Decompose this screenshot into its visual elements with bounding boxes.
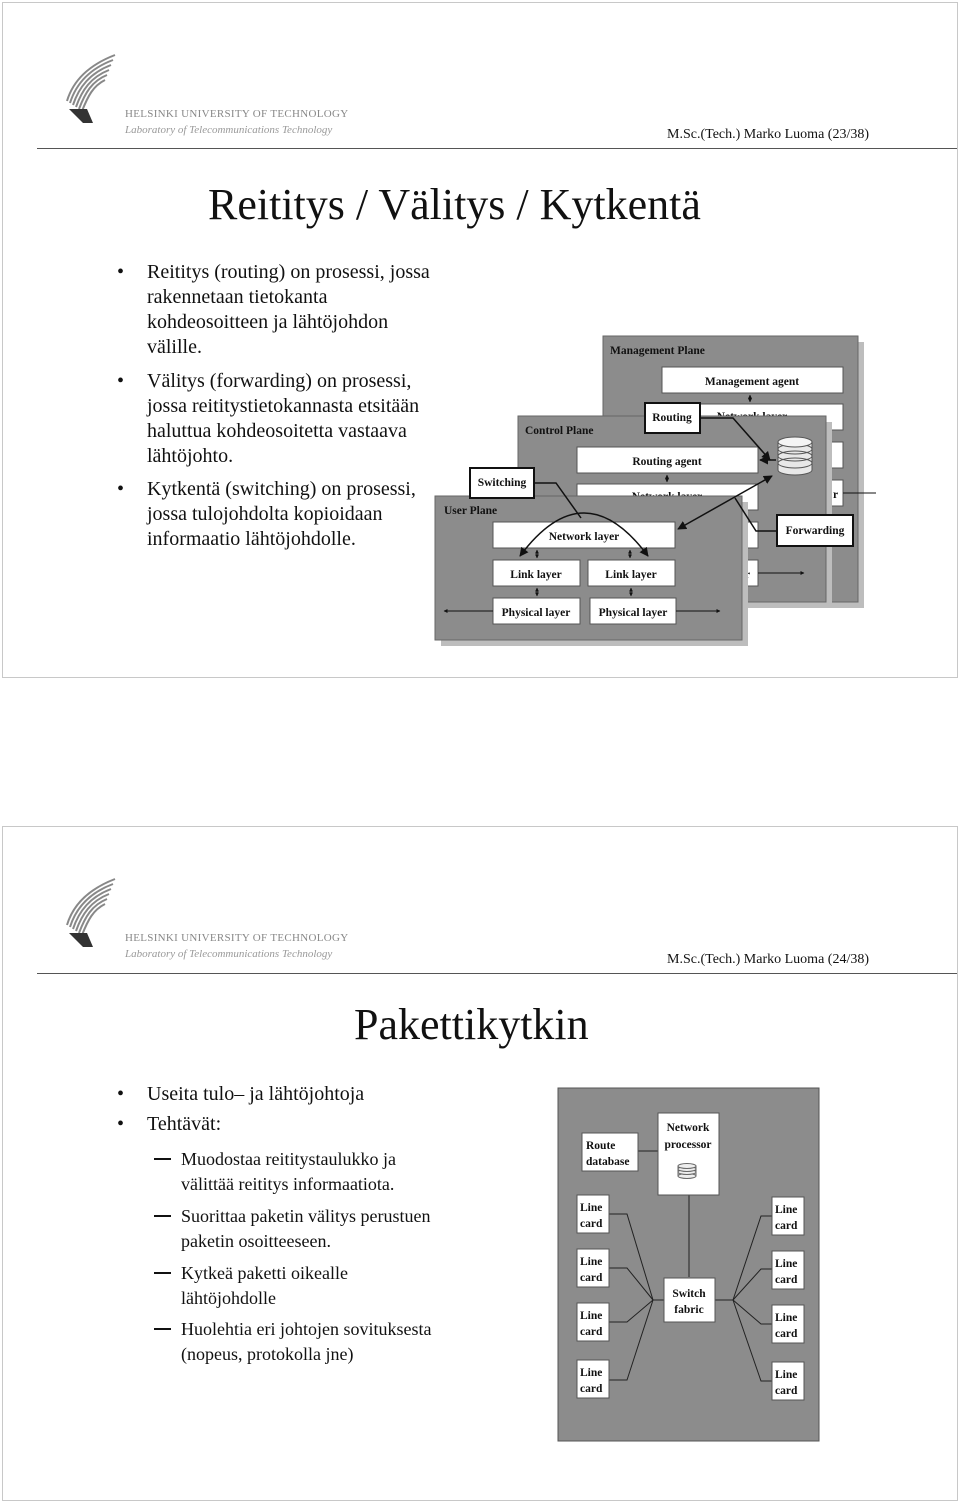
lab-name: Laboratory of Telecommunications Technol… [125, 948, 333, 960]
svg-text:processor: processor [664, 1139, 711, 1151]
bullet-line: Useita tulo– ja lähtöjohtoja [147, 1083, 365, 1105]
sub-line: Suorittaa paketin välitys perustuen [181, 1206, 431, 1226]
line-card-right: Line card [771, 1250, 805, 1290]
line-card-right: Line card [771, 1304, 805, 1344]
svg-text:Line: Line [775, 1369, 797, 1381]
line-card-right: Line card [771, 1196, 805, 1236]
slide-header: M.Sc.(Tech.) Marko Luoma (24/38) [667, 952, 869, 967]
svg-text:card: card [580, 1218, 603, 1230]
svg-text:Line: Line [775, 1312, 797, 1324]
router-diagram: Route database Network processor Switch … [557, 1087, 820, 1442]
university-name: HELSINKI UNIVERSITY OF TECHNOLOGY [125, 932, 349, 944]
university-logo-icon [66, 878, 116, 947]
user-plane: User Plane Network layer Link layer Link… [434, 495, 748, 646]
svg-text:Network: Network [667, 1122, 710, 1134]
svg-text:database: database [586, 1156, 629, 1168]
sub-line: (nopeus, protokolla jne) [181, 1343, 354, 1364]
line-card-left: Line card [576, 1302, 610, 1342]
svg-text:Line: Line [580, 1256, 602, 1268]
bullet-icon: • [117, 1083, 125, 1105]
svg-text:Line: Line [775, 1204, 797, 1216]
database-icon [677, 1163, 697, 1179]
database-icon [777, 436, 813, 476]
svg-text:card: card [775, 1274, 798, 1286]
svg-text:card: card [580, 1272, 603, 1284]
svg-text:Line: Line [580, 1367, 602, 1379]
line-card-left: Line card [576, 1359, 610, 1399]
svg-text:Line: Line [775, 1258, 797, 1270]
sub-line: Kytkeä paketti oikealle [181, 1263, 348, 1283]
forwarding-callout: Forwarding [776, 514, 854, 547]
line-card-left: Line card [576, 1248, 610, 1288]
link-layer-label: Link layer [605, 569, 656, 581]
svg-text:card: card [580, 1383, 603, 1395]
dash-icon [154, 1158, 171, 1160]
management-link-layer-fragment: r [833, 489, 838, 501]
sub-item: Huolehtia eri johtojen sovituksesta (nop… [154, 1317, 432, 1366]
switch-fabric-box: Switch fabric [663, 1277, 716, 1323]
slide-23: HELSINKI UNIVERSITY OF TECHNOLOGY Labora… [2, 2, 958, 678]
user-plane-label: User Plane [444, 505, 497, 517]
switching-callout: Switching [469, 467, 535, 499]
route-database-box: Route database [581, 1132, 639, 1172]
slide-title: Pakettikytkin [354, 1000, 589, 1049]
bullet-line: Tehtävät: [147, 1113, 222, 1135]
svg-text:card: card [775, 1385, 798, 1397]
physical-layer-label: Physical layer [599, 607, 668, 619]
header-rule [37, 973, 957, 974]
svg-text:Switching: Switching [478, 477, 527, 489]
sub-item: Muodostaa reititystaulukko ja välittää r… [154, 1147, 396, 1196]
routing-callout: Routing [644, 402, 701, 434]
sub-item: Kytkeä paketti oikealle lähtöjohdolle [154, 1261, 348, 1310]
bullet: • Useita tulo– ja lähtöjohtoja [117, 1082, 365, 1107]
slide-24: HELSINKI UNIVERSITY OF TECHNOLOGY Labora… [2, 826, 958, 1501]
planes-diagram: Management Plane Management agent Networ… [434, 335, 876, 646]
line-card-right: Line card [771, 1361, 805, 1401]
management-agent-label: Management agent [705, 376, 799, 388]
dash-icon [154, 1328, 171, 1330]
link-layer-label: Link layer [510, 569, 561, 581]
sub-line: välittää reititys informaatiota. [181, 1173, 395, 1194]
line-card-left: Line card [576, 1194, 610, 1234]
svg-text:Line: Line [580, 1310, 602, 1322]
svg-text:card: card [775, 1328, 798, 1340]
network-processor-box: Network processor [657, 1112, 720, 1196]
control-plane-label: Control Plane [525, 425, 593, 437]
svg-text:card: card [775, 1220, 798, 1232]
svg-text:Forwarding: Forwarding [786, 525, 845, 537]
svg-text:Switch: Switch [672, 1288, 706, 1300]
dash-icon [154, 1272, 171, 1274]
routing-agent-label: Routing agent [632, 456, 701, 468]
svg-text:Routing: Routing [652, 412, 692, 424]
management-plane-label: Management Plane [610, 345, 705, 357]
physical-layer-label: Physical layer [502, 607, 571, 619]
bullet: • Tehtävät: [117, 1112, 222, 1137]
svg-text:card: card [580, 1326, 603, 1338]
sub-item: Suorittaa paketin välitys perustuen pake… [154, 1204, 431, 1253]
sub-line: Huolehtia eri johtojen sovituksesta [181, 1319, 432, 1339]
svg-text:fabric: fabric [674, 1304, 703, 1316]
bullet-icon: • [117, 1113, 125, 1135]
svg-text:Line: Line [580, 1202, 602, 1214]
svg-text:Route: Route [586, 1140, 615, 1152]
sub-line: paketin osoitteeseen. [181, 1230, 331, 1251]
user-network-layer-label: Network layer [549, 531, 620, 543]
dash-icon [154, 1215, 171, 1217]
sub-line: Muodostaa reititystaulukko ja [181, 1149, 396, 1169]
sub-line: lähtöjohdolle [181, 1287, 276, 1308]
